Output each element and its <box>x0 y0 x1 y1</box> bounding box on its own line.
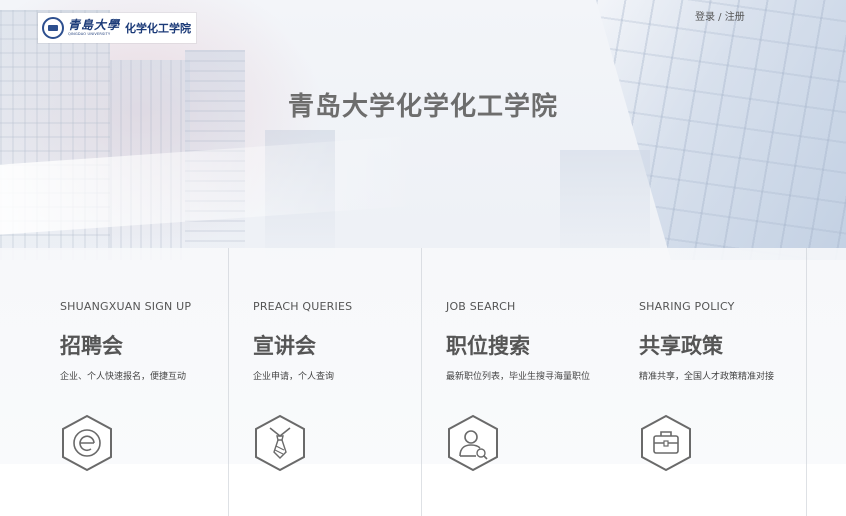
feature-card-policy[interactable]: SHARING POLICY 共享政策 精准共享，全国人才政策精准对接 <box>639 300 819 472</box>
card-title[interactable]: 宣讲会 <box>253 330 433 360</box>
card-description: 最新职位列表，毕业生搜寻海量职位 <box>446 372 591 382</box>
auth-separator: / <box>715 12 725 23</box>
briefcase-icon[interactable] <box>639 414 693 472</box>
card-title[interactable]: 共享政策 <box>639 330 819 360</box>
panel-bottom <box>0 464 846 516</box>
card-english-title: JOB SEARCH <box>446 300 516 313</box>
card-description: 企业申请，个人查询 <box>253 372 335 382</box>
register-link[interactable]: 注册 <box>725 12 745 23</box>
feature-card-recruitment[interactable]: SHUANGXUAN SIGN UP 招聘会 企业、个人快速报名，便捷互动 <box>60 300 240 472</box>
feature-card-preach[interactable]: PREACH QUERIES 宣讲会 企业申请，个人查询 <box>253 300 433 472</box>
background-building <box>560 150 650 260</box>
feature-card-job-search[interactable]: JOB SEARCH 职位搜索 最新职位列表，毕业生搜寻海量职位 <box>446 300 626 472</box>
column-divider <box>806 248 807 516</box>
column-divider <box>228 248 229 516</box>
card-english-title: SHARING POLICY <box>639 300 735 313</box>
university-seal-icon <box>42 17 64 39</box>
auth-links: 登录 / 注册 <box>695 8 745 23</box>
user-search-icon[interactable] <box>446 414 500 472</box>
card-title[interactable]: 职位搜索 <box>446 330 626 360</box>
page-title: 青岛大学化学化工学院 <box>287 92 558 122</box>
login-link[interactable]: 登录 <box>695 12 715 23</box>
site-logo[interactable]: 青島大學 QINGDAO UNIVERSITY 化学化工学院 <box>38 13 196 43</box>
logo-brand-text: 青島大學 <box>68 18 121 33</box>
card-english-title: PREACH QUERIES <box>253 300 353 313</box>
card-description: 精准共享，全国人才政策精准对接 <box>639 372 775 382</box>
column-divider <box>421 248 422 516</box>
e-circle-icon[interactable] <box>60 414 114 472</box>
necktie-icon[interactable] <box>253 414 307 472</box>
card-description: 企业、个人快速报名，便捷互动 <box>60 372 187 382</box>
logo-college-text: 化学化工学院 <box>125 22 192 35</box>
card-english-title: SHUANGXUAN SIGN UP <box>60 300 192 313</box>
card-title[interactable]: 招聘会 <box>60 330 240 360</box>
logo-english-text: QINGDAO UNIVERSITY <box>68 32 111 37</box>
